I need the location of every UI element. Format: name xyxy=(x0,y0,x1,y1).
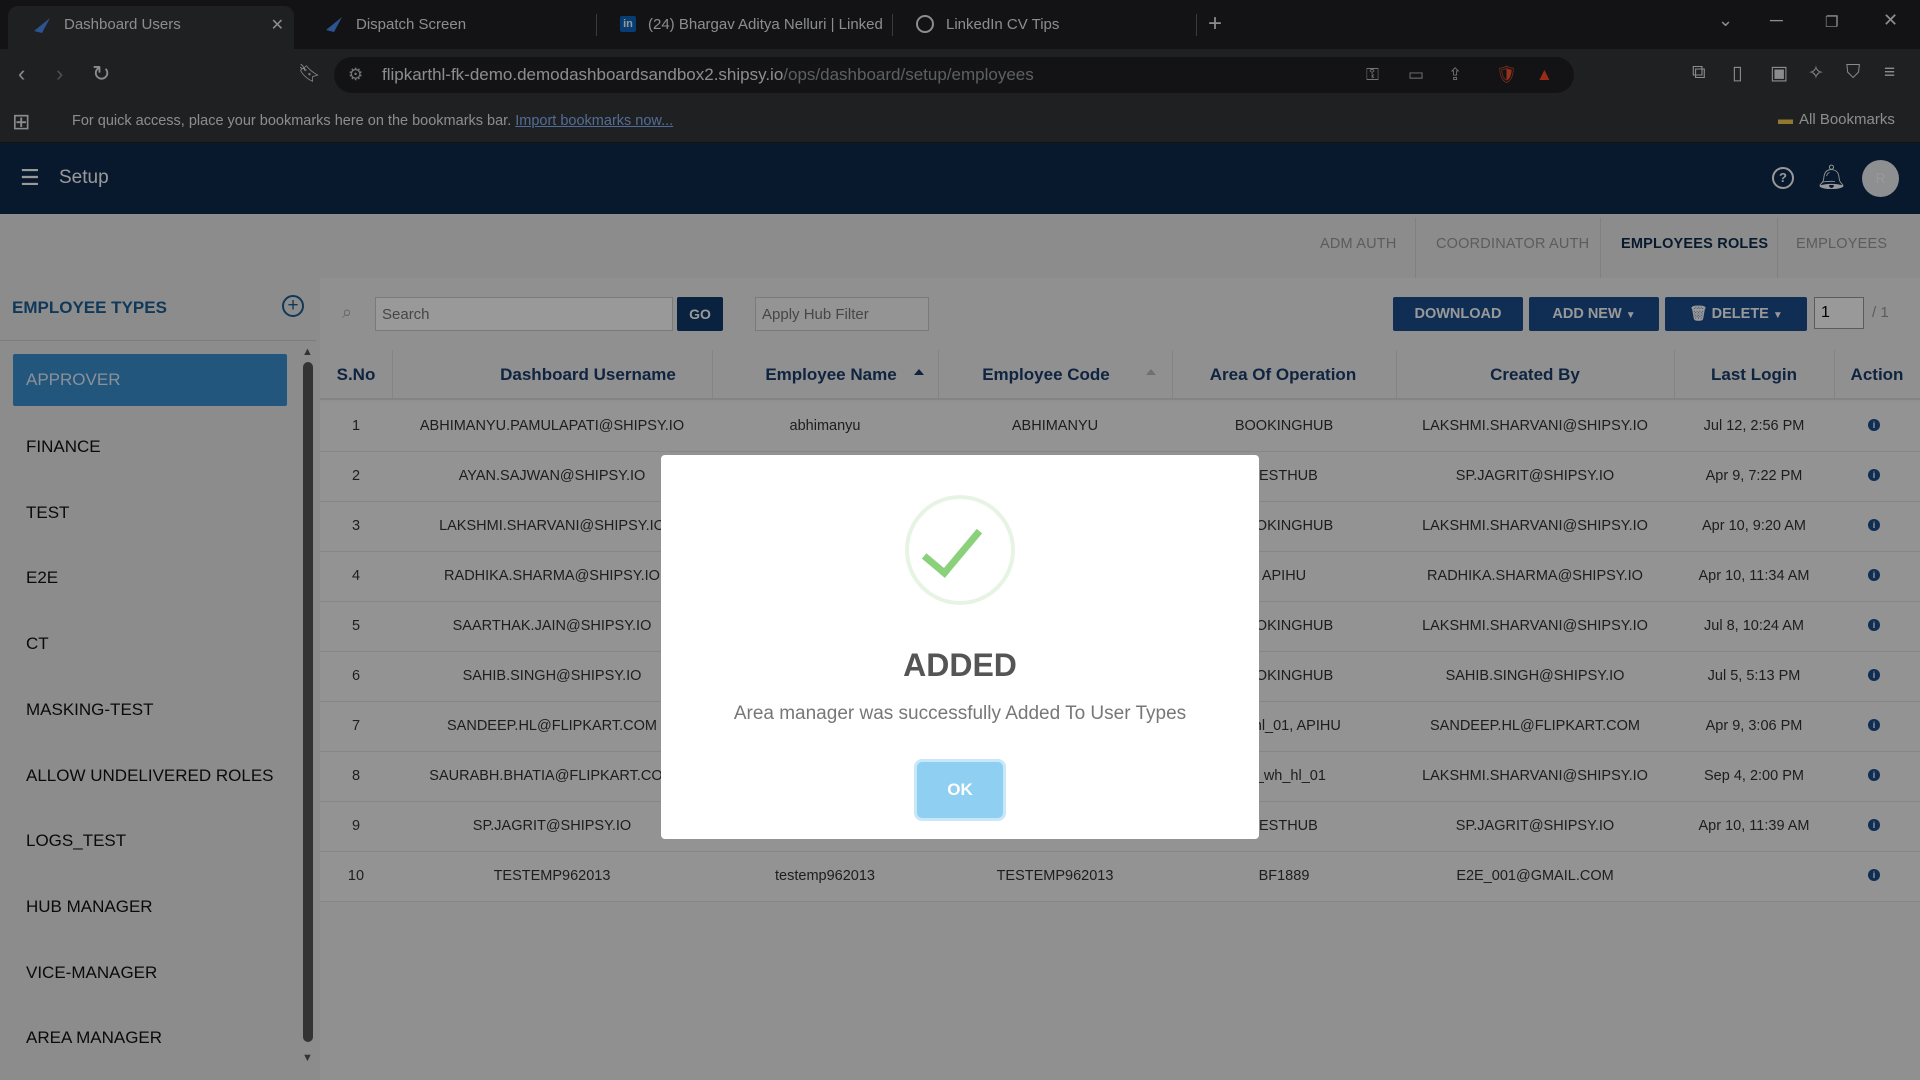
success-check-icon xyxy=(905,495,1015,605)
check-mark xyxy=(921,514,983,578)
modal-overlay[interactable]: ADDED Area manager was successfully Adde… xyxy=(0,0,1920,1080)
ok-button[interactable]: OK xyxy=(917,762,1003,818)
dialog-message: Area manager was successfully Added To U… xyxy=(733,703,1187,724)
success-dialog: ADDED Area manager was successfully Adde… xyxy=(661,455,1259,839)
dialog-title: ADDED xyxy=(903,647,1017,683)
